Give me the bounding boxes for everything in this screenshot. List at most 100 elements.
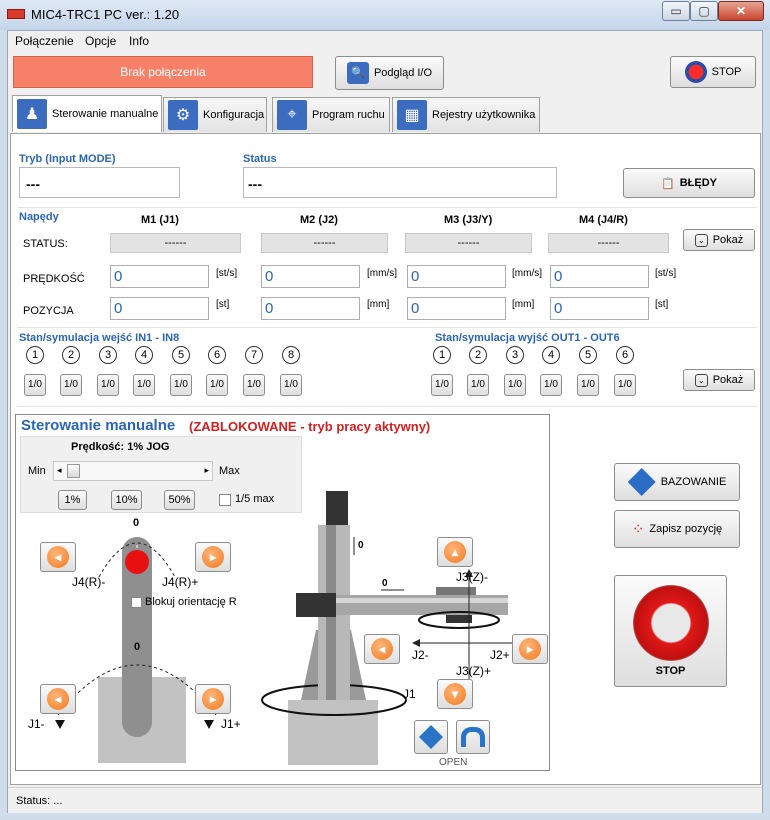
tab-manual-control[interactable]: ♟ Sterowanie manualne [12, 95, 162, 132]
position-unit-m3: [mm] [512, 299, 535, 310]
input-toggle-button[interactable]: 1/0 [280, 374, 302, 396]
j4-zero-label: 0 [133, 517, 140, 529]
save-position-button[interactable]: ⁘ Zapisz pozycję [614, 510, 740, 548]
lock-orientation-checkbox[interactable] [131, 597, 142, 608]
axis-status-m4: ------ [548, 233, 669, 253]
tab-label: Sterowanie manualne [52, 108, 159, 120]
robot-base [288, 700, 378, 765]
input-toggle-button[interactable]: 1/0 [170, 374, 192, 396]
menu-connection[interactable]: Połączenie [15, 34, 74, 48]
j3-plus-button[interactable]: ▾ [437, 679, 473, 709]
output-number: 6 [616, 346, 634, 364]
speed-input-m2[interactable]: 0 [261, 265, 360, 288]
j3-minus-button[interactable]: ▴ [437, 537, 473, 567]
input-toggle-button[interactable]: 1/0 [133, 374, 155, 396]
input-number: 6 [208, 346, 226, 364]
minimize-button[interactable]: ▭ [662, 1, 690, 21]
emergency-stop-icon [632, 585, 709, 661]
row-label-position: POZYCJA [23, 305, 74, 317]
io-preview-button[interactable]: 🔍 Podgląd I/O [335, 56, 444, 90]
axis-name-m1: M1 (J1) [141, 214, 179, 226]
manual-title: Sterowanie manualne [21, 417, 176, 434]
gripper-open-button[interactable] [456, 720, 490, 754]
input-toggle-button[interactable]: 1/0 [97, 374, 119, 396]
emergency-stop-label: STOP [655, 665, 686, 677]
output-number: 5 [579, 346, 597, 364]
status-bar: Status: ... [8, 787, 762, 813]
input-toggle-button[interactable]: 1/0 [243, 374, 265, 396]
j2-minus-button[interactable]: ◂ [364, 634, 400, 664]
errors-button[interactable]: 📋 BŁĘDY [623, 168, 755, 198]
output-toggle-button[interactable]: 1/0 [467, 374, 489, 396]
slider-left-arrow-icon[interactable]: ◂ [57, 465, 62, 476]
slider-right-arrow-icon[interactable]: ▸ [204, 465, 209, 476]
speed-label: Prędkość: 1% JOG [71, 441, 170, 453]
j2-zero-label: 0 [382, 578, 388, 589]
preset-1-button[interactable]: 1% [58, 490, 87, 510]
speed-input-m3[interactable]: 0 [407, 265, 506, 288]
output-toggle-button[interactable]: 1/0 [431, 374, 453, 396]
status-label: Status [243, 153, 277, 165]
j2-plus-button[interactable]: ▸ [512, 634, 548, 664]
speed-unit-m2: [mm/s] [367, 268, 397, 279]
separator [17, 406, 757, 407]
slider-thumb[interactable] [67, 464, 81, 478]
j3-minus-label: J3(Z)- [456, 570, 488, 584]
position-unit-m4: [st] [655, 299, 669, 310]
output-toggle-button[interactable]: 1/0 [614, 374, 636, 396]
outputs-show-button[interactable]: ⌄ Pokaż [683, 369, 755, 391]
position-input-m2[interactable]: 0 [261, 297, 360, 320]
output-toggle-button[interactable]: 1/0 [504, 374, 526, 396]
max-label: Max [219, 465, 240, 477]
locked-notice: (ZABLOKOWANE - tryb pracy aktywny) [189, 419, 431, 434]
j4-minus-label: J4(R)- [72, 575, 106, 589]
arrow-left-icon: ◂ [371, 638, 393, 660]
j1-minus-button[interactable]: ◂ [40, 684, 76, 714]
homing-button[interactable]: BAZOWANIE [614, 463, 740, 501]
gripper-close-button[interactable] [414, 720, 448, 754]
position-input-m4[interactable]: 0 [550, 297, 649, 320]
j1-plus-arrow-icon [204, 720, 214, 729]
homing-icon [627, 468, 656, 496]
input-toggle-button[interactable]: 1/0 [60, 374, 82, 396]
axis-name-m4: M4 (J4/R) [579, 214, 628, 226]
speed-input-m4[interactable]: 0 [550, 265, 649, 288]
position-input-m3[interactable]: 0 [407, 297, 506, 320]
gripper-open-icon [461, 727, 485, 747]
speed-slider[interactable]: ◂ ▸ [53, 461, 213, 481]
position-unit-m2: [mm] [367, 299, 390, 310]
tab-configuration[interactable]: ⚙ Konfiguracja [163, 97, 267, 132]
j4-plus-button[interactable]: ▸ [195, 542, 231, 572]
drives-label: Napędy [19, 211, 59, 223]
errors-icon: 📋 [661, 177, 675, 190]
arm-motor [296, 593, 336, 617]
menu-options[interactable]: Opcje [85, 34, 116, 48]
stop-button[interactable]: STOP [670, 56, 756, 88]
tab-motion-program[interactable]: ⌖ Program ruchu [272, 97, 390, 132]
input-toggle-button[interactable]: 1/0 [24, 374, 46, 396]
maximize-button[interactable]: ▢ [690, 1, 718, 21]
fifth-max-checkbox[interactable] [219, 494, 231, 506]
gripper-closed-icon [419, 725, 443, 749]
tool-point-icon [125, 550, 149, 574]
close-button[interactable]: ✕ [718, 1, 764, 21]
robot-icon: ♟ [17, 99, 47, 129]
input-toggle-button[interactable]: 1/0 [206, 374, 228, 396]
app-logo-icon [7, 9, 25, 19]
emergency-stop-button[interactable]: STOP [614, 575, 727, 687]
input-number: 3 [99, 346, 117, 364]
j1-plus-button[interactable]: ▸ [195, 684, 231, 714]
preset-50-button[interactable]: 50% [164, 490, 195, 510]
menu-info[interactable]: Info [129, 34, 149, 48]
mode-label: Tryb (Input MODE) [19, 153, 116, 165]
inputs-label: Stan/symulacja wejść IN1 - IN8 [19, 332, 180, 344]
tab-user-registers[interactable]: ▦ Rejestry użytkownika [392, 97, 540, 132]
j4-minus-button[interactable]: ◂ [40, 542, 76, 572]
output-toggle-button[interactable]: 1/0 [540, 374, 562, 396]
speed-input-m1[interactable]: 0 [110, 265, 209, 288]
position-input-m1[interactable]: 0 [110, 297, 209, 320]
tab-label: Rejestry użytkownika [432, 109, 536, 121]
output-toggle-button[interactable]: 1/0 [577, 374, 599, 396]
preset-10-button[interactable]: 10% [111, 490, 142, 510]
drives-show-button[interactable]: ⌄ Pokaż [683, 229, 755, 251]
